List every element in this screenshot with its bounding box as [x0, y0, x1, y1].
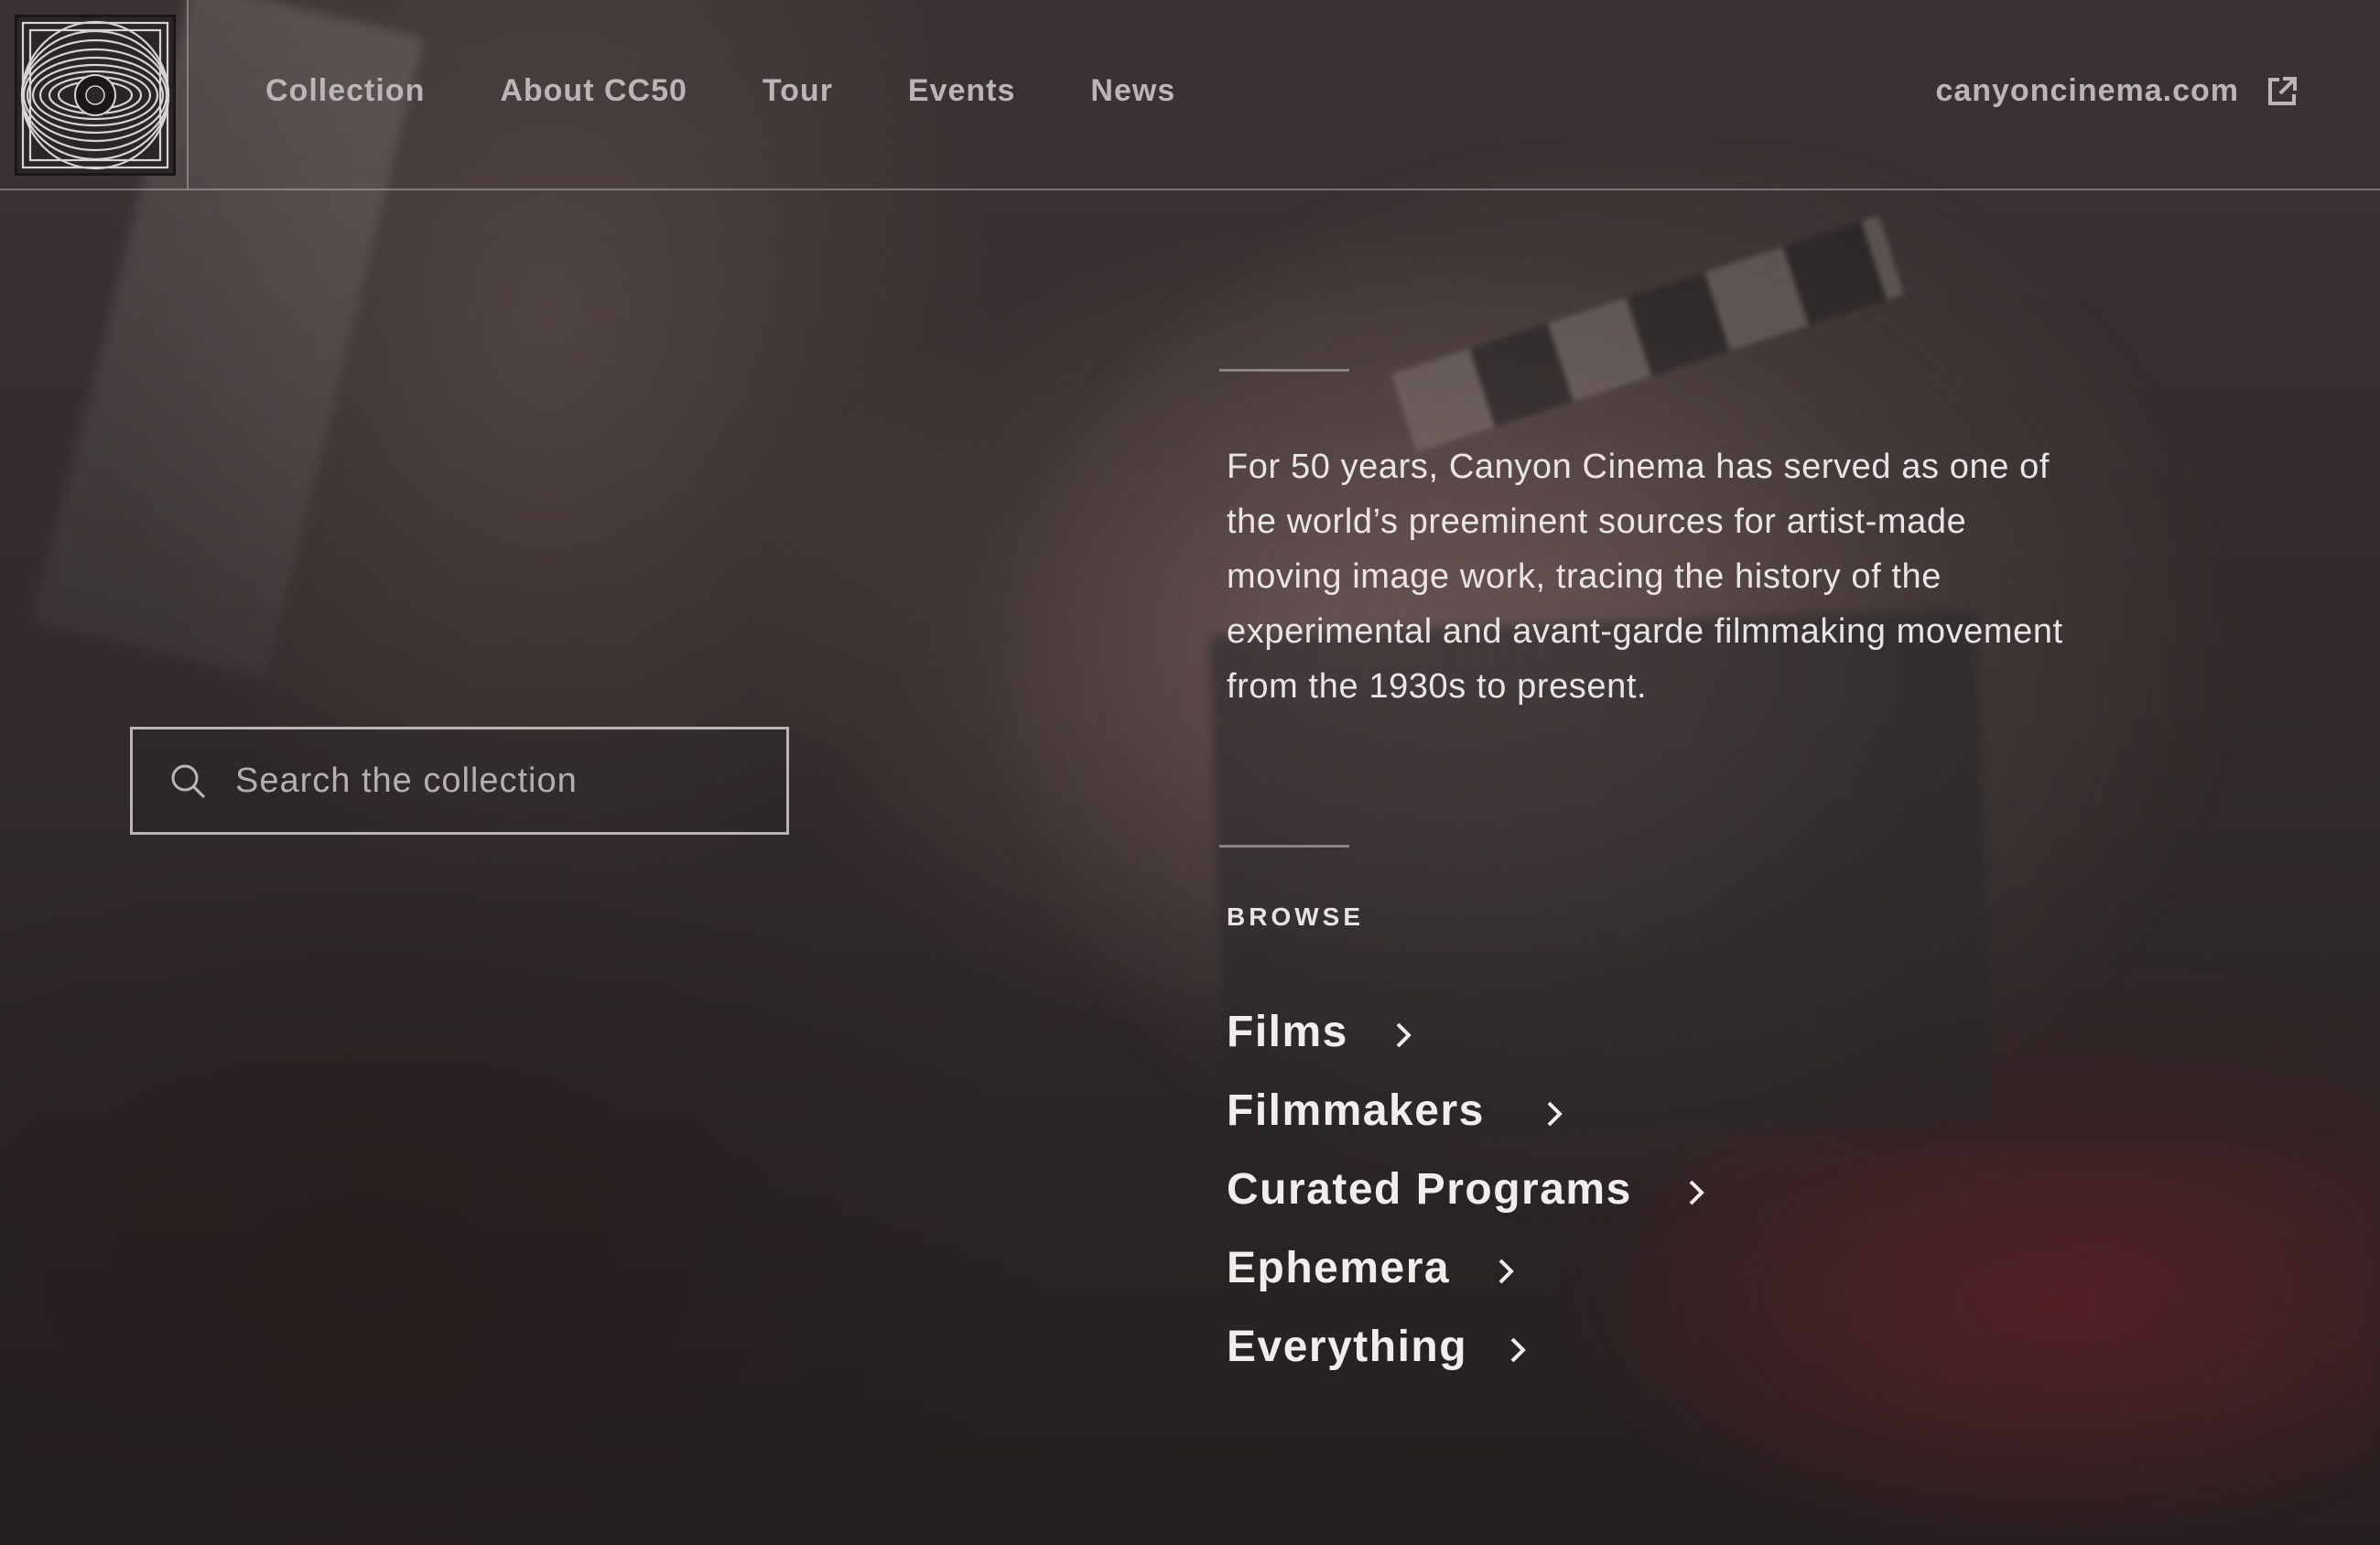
nav-link-news[interactable]: News — [1090, 73, 1175, 109]
external-link-icon — [2266, 76, 2298, 107]
intro-text: For 50 years, Canyon Cinema has served a… — [1227, 448, 2063, 706]
home-logo-link[interactable] — [15, 15, 176, 176]
browse-link-label: Ephemera — [1227, 1244, 1451, 1292]
canyon-cinema-eye-logo-icon — [17, 17, 173, 173]
external-site-link-label: canyoncinema.com — [1935, 73, 2239, 108]
browse-link-films[interactable]: Films — [1227, 1007, 1632, 1086]
background-photo-clapper-top — [1390, 215, 1905, 453]
nav-link-events[interactable]: Events — [908, 73, 1016, 109]
site-header: Collection About CC50 Tour Events News c… — [0, 0, 2380, 190]
browse-heading: BROWSE — [1227, 902, 1364, 931]
background-photo-hand — [1007, 165, 2288, 1263]
main-nav: Collection About CC50 Tour Events News — [265, 73, 1250, 109]
external-site-link[interactable]: canyoncinema.com — [1935, 73, 2298, 109]
chevron-right-icon — [1497, 1256, 1517, 1287]
nav-link-collection[interactable]: Collection — [265, 73, 425, 109]
collection-search-box — [130, 727, 789, 835]
browse-link-everything[interactable]: Everything — [1227, 1322, 1632, 1400]
browse-link-label: Filmmakers — [1227, 1086, 1485, 1135]
nav-link-tour[interactable]: Tour — [763, 73, 833, 109]
nav-link-about-cc50[interactable]: About CC50 — [500, 73, 687, 109]
chevron-right-icon — [1509, 1334, 1529, 1366]
browse-link-filmmakers[interactable]: Filmmakers — [1227, 1086, 1632, 1164]
background-photo-red-area — [1556, 1144, 2380, 1545]
browse-link-label: Everything — [1227, 1323, 1468, 1371]
search-input[interactable] — [233, 760, 750, 802]
browse-link-label: Curated Programs — [1227, 1165, 1632, 1214]
page: Collection About CC50 Tour Events News c… — [0, 0, 2380, 1545]
divider-browse — [1219, 845, 1349, 848]
search-icon — [171, 764, 205, 798]
divider-intro — [1219, 369, 1349, 372]
browse-list: Films Filmmakers Curated Programs Epheme… — [1227, 1007, 1704, 1400]
chevron-right-icon — [1545, 1098, 1565, 1129]
logo-cell — [0, 0, 189, 189]
browse-link-curated-programs[interactable]: Curated Programs — [1227, 1164, 1704, 1243]
browse-link-label: Films — [1227, 1008, 1348, 1056]
chevron-right-icon — [1687, 1177, 1707, 1208]
browse-link-ephemera[interactable]: Ephemera — [1227, 1243, 1632, 1322]
chevron-right-icon — [1394, 1020, 1414, 1051]
